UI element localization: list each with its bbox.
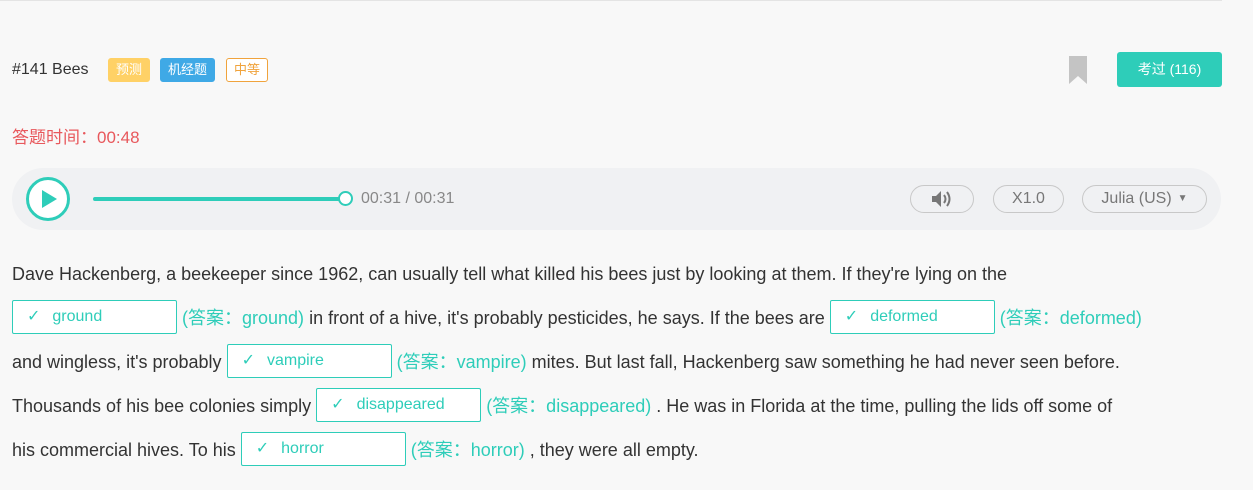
audio-player: 00:31 / 00:31 X1.0 Julia (US) ▼ xyxy=(12,168,1221,230)
answer-key-4: (答案：disappeared) xyxy=(486,396,652,416)
playback-time: 00:31 / 00:31 xyxy=(361,190,455,207)
check-icon: ✓ xyxy=(241,352,255,370)
passage: Dave Hackenberg, a beekeeper since 1962,… xyxy=(12,252,1222,472)
passage-text: Dave Hackenberg, a beekeeper since 1962,… xyxy=(12,264,1008,284)
answer-key-1: (答案：ground) xyxy=(182,308,305,328)
answer-key-3: (答案：vampire) xyxy=(396,352,527,372)
question-title: #141 Bees xyxy=(12,61,89,78)
passage-text: , they were all empty. xyxy=(524,440,699,460)
caret-down-icon: ▼ xyxy=(1177,193,1188,204)
passage-text: . He was in Florida at the time, pulling… xyxy=(651,396,1113,416)
voice-select-value: Julia (US) xyxy=(1101,190,1172,207)
blank-input-5[interactable]: ✓ horror xyxy=(240,432,406,467)
timer-value: 00:48 xyxy=(97,128,140,147)
tag-machine-question: 机经题 xyxy=(160,58,216,82)
progress-bar[interactable] xyxy=(93,197,345,201)
tag-predict: 预测 xyxy=(108,58,151,82)
answer-key-2: (答案：deformed) xyxy=(999,308,1142,328)
answer-timer: 答题时间：00:48 xyxy=(12,123,140,148)
question-header: #141 Bees 预测 机经题 中等 考过 (116) xyxy=(12,52,1222,88)
check-icon: ✓ xyxy=(844,308,859,326)
answer-key-5: (答案：horror) xyxy=(410,440,525,460)
play-icon xyxy=(42,190,57,208)
passage-text: in front of a hive, it's probably pestic… xyxy=(304,308,830,328)
blank-input-4[interactable]: ✓ disappeared xyxy=(316,388,482,423)
speed-button[interactable]: X1.0 xyxy=(993,185,1064,213)
blank-input-3[interactable]: ✓ vampire xyxy=(226,344,392,379)
volume-button[interactable] xyxy=(910,185,974,213)
passage-text: mites. But last fall, Hackenberg saw som… xyxy=(526,352,1120,372)
passage-text: and wingless, it's probably xyxy=(12,352,227,372)
play-button[interactable] xyxy=(26,177,70,221)
voice-select[interactable]: Julia (US) ▼ xyxy=(1082,185,1207,213)
check-icon: ✓ xyxy=(27,308,41,326)
progress-handle[interactable] xyxy=(338,191,353,206)
blank-input-1[interactable]: ✓ ground xyxy=(12,300,177,335)
blank-input-2[interactable]: ✓ deformed xyxy=(829,300,995,335)
tag-difficulty: 中等 xyxy=(226,58,269,82)
check-icon: ✓ xyxy=(255,440,270,458)
top-divider xyxy=(0,0,1222,1)
passage-text: Thousands of his bee colonies simply xyxy=(12,396,317,416)
passage-text: his commercial hives. To his xyxy=(12,440,241,460)
check-icon: ✓ xyxy=(331,396,345,414)
volume-icon xyxy=(932,191,951,207)
passed-count-button[interactable]: 考过 (116) xyxy=(1117,52,1222,87)
timer-label: 答题时间： xyxy=(12,128,97,147)
bookmark-icon[interactable] xyxy=(1069,56,1087,84)
